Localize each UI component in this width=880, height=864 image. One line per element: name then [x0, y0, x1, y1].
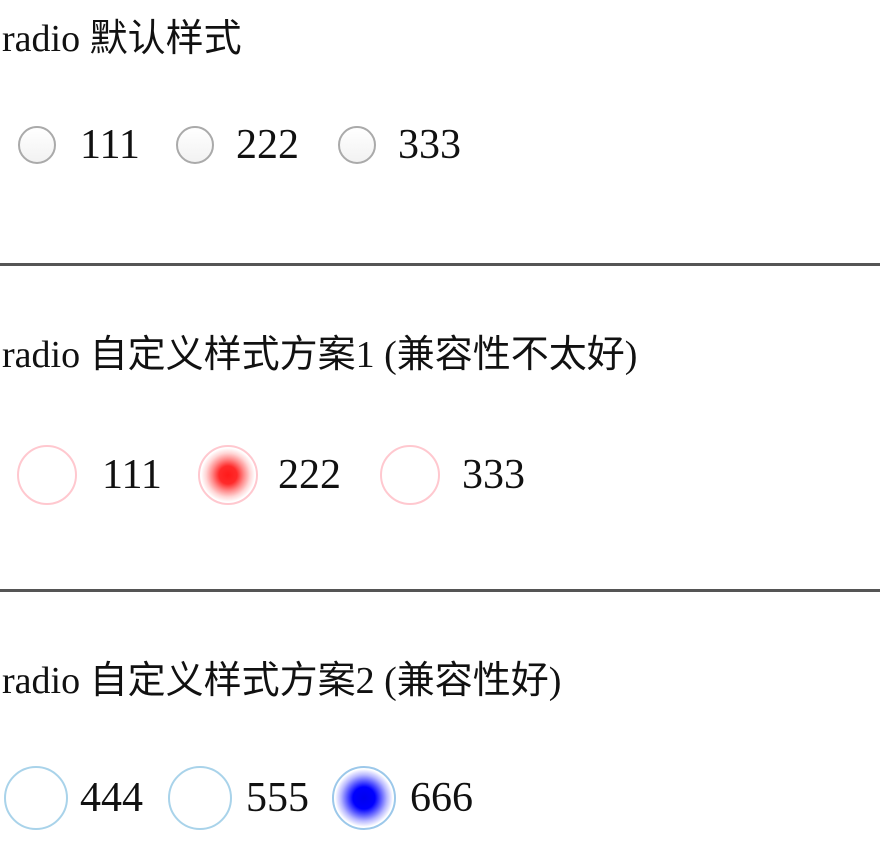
section-heading-default: radio 默认样式: [2, 18, 242, 60]
section-heading-custom-1: radio 自定义样式方案1 (兼容性不太好): [2, 334, 638, 376]
radio-label: 333: [462, 452, 525, 498]
radio-label: 666: [410, 775, 473, 821]
radio-button-checked[interactable]: [198, 445, 258, 505]
section-heading-custom-2: radio 自定义样式方案2 (兼容性好): [2, 660, 562, 702]
radio-label: 444: [80, 775, 143, 821]
radio-button-checked[interactable]: [332, 766, 396, 830]
radio-button[interactable]: [168, 766, 232, 830]
radio-label: 222: [278, 452, 341, 498]
radio-group-custom-1: 111 222 333: [0, 435, 880, 515]
radio-label: 222: [236, 122, 299, 168]
radio-label: 111: [80, 122, 140, 168]
radio-group-custom-2: 444 555 666: [0, 758, 880, 838]
radio-button[interactable]: [18, 126, 56, 164]
radio-button[interactable]: [176, 126, 214, 164]
radio-button[interactable]: [17, 445, 77, 505]
divider: [0, 263, 880, 266]
divider: [0, 589, 880, 592]
radio-label: 333: [398, 122, 461, 168]
radio-button[interactable]: [4, 766, 68, 830]
radio-button[interactable]: [338, 126, 376, 164]
radio-label: 111: [102, 452, 162, 498]
radio-label: 555: [246, 775, 309, 821]
radio-button[interactable]: [380, 445, 440, 505]
radio-group-default: 111 222 333: [0, 106, 880, 186]
